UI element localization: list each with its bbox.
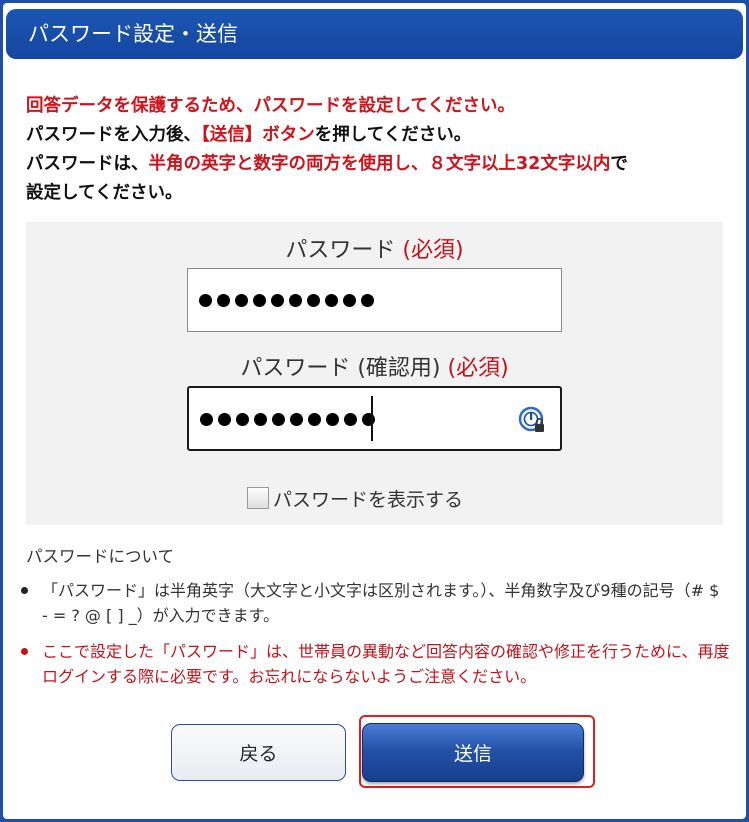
- instruction-line-4: 設定してください。: [26, 183, 183, 203]
- password-label: パスワード (必須): [285, 238, 464, 263]
- password-dot: [218, 413, 231, 426]
- instructions: 回答データを保護するため、パスワードを設定してください。 パスワードを入力後、【…: [26, 92, 726, 208]
- instruction-line-1: 回答データを保護するため、パスワードを設定してください。: [26, 96, 515, 116]
- password-dot: [326, 413, 339, 426]
- required-mark: (必須): [402, 238, 464, 263]
- required-mark: (必須): [447, 356, 509, 381]
- text-caret: [371, 396, 373, 441]
- password-dot: [200, 413, 213, 426]
- password-dot: [235, 294, 248, 307]
- password-dot: [343, 294, 356, 307]
- show-password-checkbox[interactable]: [247, 487, 269, 509]
- password-dot: [362, 413, 375, 426]
- bullet: [21, 587, 28, 594]
- password-dot: [289, 294, 302, 307]
- password-dot: [199, 294, 212, 307]
- password-form-panel: パスワード (必須) パスワード (確認用) (必須) パスワードを表示する: [26, 222, 723, 525]
- bullet: [21, 648, 28, 655]
- masked-password: [200, 411, 375, 429]
- password-dot: [254, 413, 267, 426]
- password-dot: [217, 294, 230, 307]
- show-password-toggle[interactable]: パスワードを表示する: [247, 485, 463, 511]
- password-input[interactable]: [187, 268, 562, 332]
- masked-password: [199, 292, 374, 310]
- password-dot: [325, 294, 338, 307]
- password-dot: [272, 413, 285, 426]
- password-manager-icon[interactable]: [518, 405, 548, 435]
- password-dialog: パスワード設定・送信 回答データを保護するため、パスワードを設定してください。 …: [0, 0, 749, 822]
- note-item: 「パスワード」は半角英字（大文字と小文字は区別されます。）、半角数字及び9種の記…: [20, 578, 730, 628]
- instruction-line-2: パスワードを入力後、【送信】ボタンを押してください。: [26, 125, 472, 145]
- instruction-line-3: パスワードは、半角の英字と数字の両方を使用し、８文字以上32文字以内で: [26, 154, 628, 174]
- password-dot: [236, 413, 249, 426]
- password-dot: [271, 294, 284, 307]
- notes-title: パスワードについて: [26, 547, 175, 566]
- confirm-password-label: パスワード (確認用) (必須): [240, 356, 509, 381]
- password-dot: [290, 413, 303, 426]
- back-button[interactable]: 戻る: [171, 724, 346, 781]
- password-dot: [344, 413, 357, 426]
- submit-button[interactable]: 送信: [362, 723, 584, 782]
- password-dot: [361, 294, 374, 307]
- confirm-password-input[interactable]: [187, 386, 562, 451]
- password-dot: [308, 413, 321, 426]
- dialog-title: パスワード設定・送信: [6, 9, 743, 59]
- note-item-alert: ここで設定した「パスワード」は、世帯員の異動など回答内容の確認や修正を行うために…: [20, 639, 730, 689]
- password-dot: [307, 294, 320, 307]
- notes-list: 「パスワード」は半角英字（大文字と小文字は区別されます。）、半角数字及び9種の記…: [20, 578, 730, 700]
- password-dot: [253, 294, 266, 307]
- show-password-label: パスワードを表示する: [273, 488, 464, 511]
